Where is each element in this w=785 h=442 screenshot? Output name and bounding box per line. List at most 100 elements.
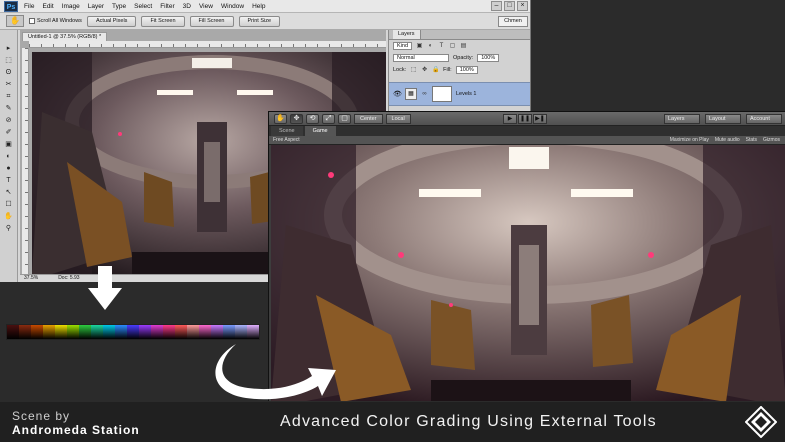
fill-label: Fill: (443, 67, 452, 73)
zoom-tool-icon[interactable]: ⚲ (6, 224, 11, 233)
fill-field[interactable]: 100% (455, 66, 478, 74)
pivot-center-toggle[interactable]: Center (354, 113, 383, 124)
menu-view[interactable]: View (199, 3, 213, 10)
opacity-field[interactable]: 100% (477, 54, 500, 62)
gizmos-dropdown[interactable]: Gizmos (763, 136, 780, 145)
menu-edit[interactable]: Edit (42, 3, 53, 10)
slice-tool-icon[interactable]: ⌗ (7, 92, 11, 101)
hand-icon[interactable]: ✋ (4, 212, 13, 221)
hand-tool-icon[interactable]: ✋ (6, 15, 24, 27)
lut-swatch (127, 325, 139, 339)
photoshop-menu: File Edit Image Layer Type Select Filter… (24, 3, 265, 10)
history-brush-icon[interactable]: ✐ (6, 128, 12, 137)
crop-tool-icon[interactable]: ✂ (6, 80, 12, 89)
menu-layer[interactable]: Layer (88, 3, 104, 10)
layers-dropdown[interactable]: Layers (664, 114, 700, 124)
hand-tool-icon[interactable]: ✋ (274, 113, 287, 124)
move-tool-icon[interactable]: ✥ (290, 113, 303, 124)
workspace-selector[interactable]: Chmen (498, 16, 528, 27)
lut-swatch (19, 325, 31, 339)
layer-filter-kind[interactable]: Kind (393, 42, 413, 50)
play-icon[interactable]: ▶ (503, 114, 517, 124)
maximize-icon[interactable]: □ (504, 1, 515, 11)
pause-icon[interactable]: ❚❚ (518, 114, 532, 124)
marquee-tool-icon[interactable]: ⬚ (5, 56, 12, 65)
menu-filter[interactable]: Filter (160, 3, 174, 10)
path-select-icon[interactable]: ↖ (6, 188, 12, 197)
blend-mode-select[interactable]: Normal (393, 54, 449, 62)
lut-swatch (43, 325, 55, 339)
lock-pixels-icon[interactable]: ⬚ (410, 67, 417, 74)
menu-window[interactable]: Window (221, 3, 244, 10)
lut-swatch (235, 325, 247, 339)
eraser-tool-icon[interactable]: ▣ (5, 140, 12, 149)
page-title: Advanced Color Grading Using External To… (280, 413, 657, 430)
lasso-tool-icon[interactable]: ʘ (6, 68, 11, 77)
photoshop-logo-icon: Ps (4, 0, 18, 12)
zoom-level[interactable]: 37.5% (24, 275, 38, 282)
lut-swatch (103, 325, 115, 339)
stats-toggle[interactable]: Stats (746, 136, 757, 145)
layers-tab[interactable]: Layers (393, 30, 421, 39)
move-tool-icon[interactable]: ▸ (7, 44, 11, 53)
ruler-vertical (22, 48, 29, 274)
tab-scene[interactable]: Scene (271, 126, 303, 136)
shape-filter-icon[interactable]: ▢ (449, 43, 456, 50)
aspect-dropdown[interactable]: Free Aspect (273, 137, 300, 143)
menu-image[interactable]: Image (62, 3, 80, 10)
lock-position-icon[interactable]: ✥ (421, 67, 428, 74)
game-view[interactable] (271, 145, 785, 401)
type-tool-icon[interactable]: T (6, 176, 10, 185)
menu-3d[interactable]: 3D (183, 3, 191, 10)
shape-tool-icon[interactable]: ☐ (5, 200, 11, 209)
rotate-tool-icon[interactable]: ⟲ (306, 113, 319, 124)
ruler-horizontal (29, 41, 386, 48)
menu-type[interactable]: Type (112, 3, 126, 10)
unity-toolbar-right: Layers Layout Account (664, 114, 782, 124)
stamp-tool-icon[interactable]: ⊘ (6, 116, 12, 125)
print-size-button[interactable]: Print Size (238, 15, 281, 27)
brush-tool-icon[interactable]: ✎ (6, 104, 12, 113)
scene-screenshot-image (271, 145, 785, 401)
doc-size: Doc: 5.93 (58, 275, 80, 281)
image-filter-icon[interactable]: ▣ (416, 43, 423, 50)
lut-swatch (211, 325, 223, 339)
smart-filter-icon[interactable]: ▤ (460, 43, 467, 50)
step-icon[interactable]: ▶❚ (533, 114, 547, 124)
layout-dropdown[interactable]: Layout (705, 114, 741, 124)
account-dropdown[interactable]: Account (746, 114, 782, 124)
visibility-eye-icon[interactable]: 👁 (393, 90, 402, 98)
game-view-options: Maximize on Play Mute audio Stats Gizmos (670, 136, 780, 145)
menu-file[interactable]: File (24, 3, 34, 10)
pivot-local-toggle[interactable]: Local (385, 113, 411, 124)
minimize-icon[interactable]: – (491, 1, 502, 11)
adjustment-filter-icon[interactable]: ◐ (427, 43, 434, 50)
checkbox-icon[interactable] (29, 18, 35, 24)
layer-mask-thumbnail (432, 86, 452, 102)
tab-game[interactable]: Game (304, 126, 336, 136)
tools-panel: ▸ ⬚ ʘ ✂ ⌗ ✎ ⊘ ✐ ▣ ◐ ● T ↖ ☐ ✋ ⚲ (0, 30, 18, 282)
lock-label: Lock: (393, 67, 407, 73)
menu-help[interactable]: Help (252, 3, 265, 10)
fit-screen-button[interactable]: Fit Screen (141, 15, 185, 27)
layer-filter-row: Kind ▣ ◐ T ▢ ▤ (389, 40, 530, 52)
scale-tool-icon[interactable]: ⤢ (322, 113, 335, 124)
lut-swatch (7, 325, 19, 339)
lock-row: Lock: ⬚ ✥ 🔒 Fill: 100% (389, 64, 530, 76)
lock-all-icon[interactable]: 🔒 (432, 67, 439, 74)
rect-tool-icon[interactable]: ▢ (338, 113, 351, 124)
close-icon[interactable]: × (517, 1, 528, 11)
lut-swatch (175, 325, 187, 339)
layer-name: Levels 1 (456, 91, 477, 97)
maximize-on-play-toggle[interactable]: Maximize on Play (670, 136, 709, 145)
dodge-tool-icon[interactable]: ● (6, 164, 10, 173)
document-tab[interactable]: Untitled-1 @ 37.5% (RGB/8) * (22, 32, 108, 41)
scroll-all-windows-checkbox[interactable]: Scroll All Windows (29, 18, 82, 24)
menu-select[interactable]: Select (134, 3, 152, 10)
fill-screen-button[interactable]: Fill Screen (189, 15, 234, 27)
layer-row-levels[interactable]: 👁 ▦ ∞ Levels 1 (389, 82, 530, 106)
actual-pixels-button[interactable]: Actual Pixels (86, 15, 137, 27)
mute-audio-toggle[interactable]: Mute audio (715, 136, 740, 145)
type-filter-icon[interactable]: T (438, 43, 445, 50)
gradient-tool-icon[interactable]: ◐ (6, 152, 10, 161)
